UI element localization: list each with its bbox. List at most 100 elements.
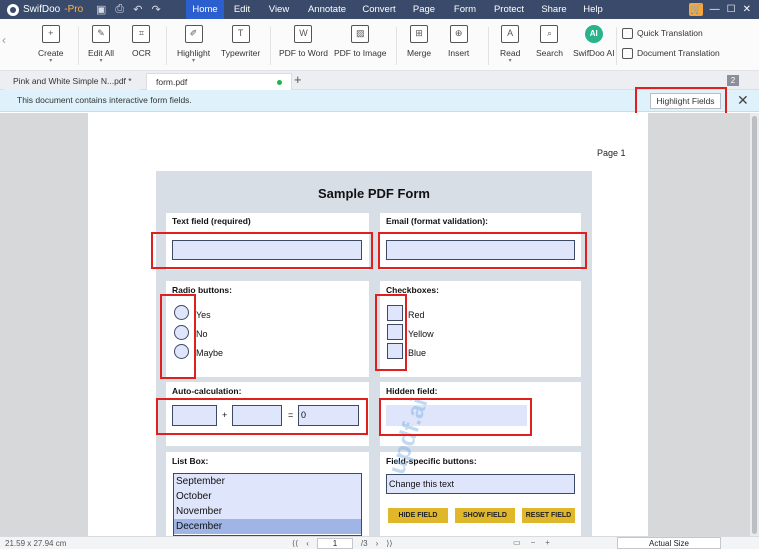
merge-button[interactable]: ⊞ Merge [407,25,431,69]
menu-bar: SwifDoo -Pro ▣ ⎙ ↶ ↷ Home Edit View Annot… [0,0,759,19]
chevron-down-icon: ▾ [192,58,196,64]
menu-home[interactable]: Home [186,0,224,19]
read-button[interactable]: A Read ▾ [500,25,520,69]
view-mode-group: ▭ − + [513,538,550,547]
tab-form-pdf[interactable]: form.pdf [146,73,292,90]
menu-edit[interactable]: Edit [224,0,260,19]
page-number-label: Page 1 [597,148,626,158]
cart-icon[interactable]: 🛒 [688,3,703,16]
month-listbox[interactable]: September October November December [173,473,362,536]
ribbon-divider [78,27,79,65]
edit-all-label: Edit All [88,48,114,58]
ribbon-divider [488,27,489,65]
listbox-label: List Box: [172,456,209,466]
app-logo: SwifDoo -Pro [0,3,90,16]
menu-convert[interactable]: Convert [356,0,402,19]
menu-protect[interactable]: Protect [484,0,534,19]
ribbon-scroll-left-icon[interactable]: ‹ [2,33,6,47]
radio-yes-label: Yes [196,310,211,320]
document-translation-label: Document Translation [637,48,720,58]
checkbox-blue-label: Blue [408,348,427,358]
menu-view[interactable]: View [260,0,298,19]
minimize-icon[interactable]: — [710,4,720,15]
chevron-down-icon: ▾ [49,58,53,64]
pdf-to-image-button[interactable]: ▨ PDF to Image [334,25,386,69]
zoom-in-icon[interactable]: + [545,538,550,547]
field-highlight-outline [378,232,587,269]
menu-help[interactable]: Help [574,0,612,19]
create-label: Create [38,48,64,58]
insert-icon: ⊕ [449,25,468,43]
search-button[interactable]: ⌕ Search [536,25,563,69]
create-button[interactable]: + Create ▾ [38,25,64,69]
app-name: SwifDoo [23,4,61,15]
list-item[interactable]: November [174,504,361,519]
next-page-icon[interactable]: › [376,539,379,548]
typewriter-button[interactable]: T Typewriter [221,25,260,69]
list-item[interactable]: October [174,489,361,504]
maximize-icon[interactable]: ☐ [727,4,736,15]
add-tab-icon[interactable]: + [294,72,302,87]
page-dimensions: 21.59 x 27.94 cm [5,539,67,548]
document-translation-button[interactable]: Document Translation [622,43,720,63]
zoom-out-icon[interactable]: − [531,538,536,547]
list-item[interactable]: September [174,474,361,489]
menu-form[interactable]: Form [446,0,484,19]
pdf-to-word-button[interactable]: W PDF to Word [279,25,328,69]
menu-annotate[interactable]: Annotate [298,0,356,19]
translation-group: Quick Translation Document Translation [622,23,720,63]
window-controls: 🛒 — ☐ ✕ [688,0,759,19]
list-item-selected[interactable]: December [174,519,361,534]
last-page-icon[interactable]: ⟩⟩ [386,539,392,548]
form-title: Sample PDF Form [318,186,430,201]
total-pages: /3 [360,538,368,548]
radio-no-label: No [196,329,208,339]
undo-icon[interactable]: ↶ [133,3,142,16]
tab-label: Pink and White Simple N...pdf * [13,76,132,86]
previous-page-icon[interactable]: ‹ [306,539,309,548]
insert-button[interactable]: ⊕ Insert [448,25,469,69]
reset-field-button[interactable]: RESET FIELD [522,508,575,523]
field-highlight-outline [375,294,407,371]
chevron-down-icon: ▾ [508,58,512,64]
chevron-down-icon: ▾ [99,58,103,64]
menu-share[interactable]: Share [534,0,574,19]
ocr-icon: ⌗ [132,25,151,43]
edit-all-icon: ✎ [92,25,110,43]
pdf-to-image-label: PDF to Image [334,48,387,58]
merge-label: Merge [407,48,432,58]
infobar-message: This document contains interactive form … [17,95,192,105]
single-page-view-icon[interactable]: ▭ [513,538,521,547]
tab-count-badge[interactable]: 2 [727,75,739,86]
close-window-icon[interactable]: ✕ [743,4,751,15]
hidden-field-label: Hidden field: [386,386,438,396]
page-navigation: ⟨⟨ ‹ 1 /3 › ⟩⟩ [292,537,393,549]
close-icon[interactable]: ✕ [737,92,749,109]
ribbon-divider [166,27,167,65]
quick-translation-label: Quick Translation [637,28,703,38]
email-label: Email (format validation): [386,216,489,226]
highlight-label: Highlight [177,48,211,58]
radio-maybe-label: Maybe [196,348,224,358]
vertical-scrollbar[interactable] [750,113,759,536]
menu-page[interactable]: Page [402,0,446,19]
quick-translation-button[interactable]: Quick Translation [622,23,720,43]
merge-icon: ⊞ [410,25,429,43]
print-icon[interactable]: ⎙ [115,3,124,16]
page-number-input[interactable]: 1 [316,537,353,549]
scrollbar-thumb[interactable] [752,116,757,534]
edit-all-button[interactable]: ✎ Edit All ▾ [88,25,114,69]
show-field-button[interactable]: SHOW FIELD [455,508,515,523]
tab-pink-and-white[interactable]: Pink and White Simple N...pdf * [4,73,140,90]
field-highlight-outline [151,232,373,269]
save-icon[interactable]: ▣ [96,3,106,16]
swifdoo-ai-button[interactable]: AI SwifDoo AI [573,25,615,69]
zoom-level-select[interactable]: Actual Size [617,537,721,549]
read-icon: A [501,25,520,43]
ocr-button[interactable]: ⌗ OCR [132,25,151,69]
redo-icon[interactable]: ↷ [151,3,160,16]
first-page-icon[interactable]: ⟨⟨ [292,539,298,548]
highlight-button[interactable]: ✐ Highlight ▾ [177,25,210,69]
hide-field-button[interactable]: HIDE FIELD [388,508,448,523]
text-field-label: Text field (required) [172,216,251,226]
